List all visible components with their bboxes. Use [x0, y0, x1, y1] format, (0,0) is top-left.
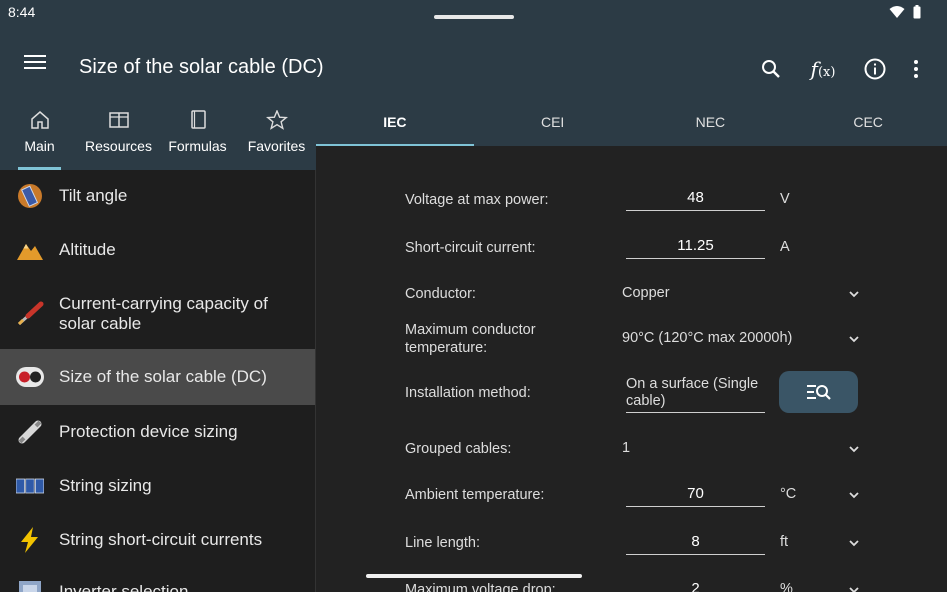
- current-unit: A: [780, 239, 790, 255]
- tab-main-label: Main: [24, 138, 55, 154]
- left-nav-tabs: Main Resources Formulas Favorites: [0, 98, 316, 170]
- inverter-icon: [16, 578, 44, 592]
- tab-cei[interactable]: CEI: [474, 98, 632, 146]
- lightning-icon: [16, 526, 44, 554]
- sidebar-item-label: Size of the solar cable (DC): [59, 367, 267, 386]
- chevron-down-icon: [849, 291, 859, 298]
- app-bar: Size of the solar cable (DC) f(x): [0, 26, 947, 98]
- book-open-icon: [108, 112, 129, 128]
- current-input[interactable]: 11.25: [626, 237, 765, 259]
- list-search-icon: [806, 385, 831, 400]
- book-icon: [190, 110, 206, 129]
- length-label: Line length:: [405, 535, 480, 551]
- more-vertical-icon: [914, 60, 918, 78]
- standard-tabs: IEC CEI NEC CEC: [316, 98, 947, 146]
- search-button[interactable]: [745, 54, 797, 84]
- search-icon: [762, 60, 780, 78]
- tab-formulas[interactable]: Formulas: [158, 98, 237, 170]
- calculator-list: Tilt angle Altitude Current-carrying cap…: [0, 170, 316, 592]
- max-temp-label: Maximum conductor temperature:: [405, 322, 536, 356]
- more-options-button[interactable]: [901, 54, 931, 84]
- sidebar-item-tilt-angle[interactable]: Tilt angle: [0, 170, 315, 221]
- star-icon: [265, 110, 288, 130]
- sidebar-item-label: Current-carrying capacity of solar cable: [59, 293, 268, 333]
- tab-cec[interactable]: CEC: [789, 98, 947, 146]
- sidebar-item-label: Inverter selection: [59, 582, 189, 592]
- menu-button[interactable]: [22, 52, 48, 74]
- grouped-label: Grouped cables:: [405, 441, 512, 457]
- installation-value[interactable]: On a surface (Single cable): [626, 376, 765, 413]
- ambient-unit-select[interactable]: °C: [780, 486, 796, 502]
- formula-button[interactable]: f(x): [797, 54, 849, 84]
- status-time: 8:44: [8, 4, 36, 20]
- status-icons: [889, 5, 921, 19]
- tab-formulas-label: Formulas: [168, 138, 227, 154]
- voltage-drop-unit-select[interactable]: %: [780, 581, 793, 592]
- sidebar-item-protection-device[interactable]: Protection device sizing: [0, 405, 315, 459]
- tilt-panel-icon: [16, 182, 44, 210]
- current-label: Short-circuit current:: [405, 240, 536, 256]
- chevron-down-icon: [849, 540, 859, 547]
- conductor-select[interactable]: Copper: [622, 285, 670, 301]
- conductor-label: Conductor:: [405, 286, 476, 302]
- chevron-down-icon: [849, 587, 859, 592]
- installation-lookup-button[interactable]: [779, 371, 858, 413]
- connector-icon: [16, 363, 44, 391]
- sidebar-item-label: String sizing: [59, 476, 152, 495]
- mountain-icon: [16, 236, 44, 264]
- cable-icon: [16, 300, 44, 328]
- sidebar-item-altitude[interactable]: Altitude: [0, 221, 315, 278]
- page-title: Size of the solar cable (DC): [79, 56, 324, 78]
- sidebar-item-inverter[interactable]: Inverter selection: [0, 567, 315, 592]
- voltage-drop-input[interactable]: 2: [626, 580, 765, 592]
- fuse-icon: [16, 418, 44, 446]
- chevron-down-icon: [849, 336, 859, 343]
- voltage-drop-label: Maximum voltage drop:: [405, 582, 556, 592]
- calculation-form: Voltage at max power: 48 V Short-circuit…: [316, 146, 947, 592]
- length-unit-select[interactable]: ft: [780, 534, 788, 550]
- home-icon: [30, 111, 49, 129]
- status-bar: 8:44: [0, 0, 947, 26]
- sidebar-item-label: String short-circuit currents: [59, 530, 263, 549]
- wifi-icon: [889, 6, 905, 18]
- sidebar-item-label: Altitude: [59, 239, 116, 259]
- tab-favorites[interactable]: Favorites: [237, 98, 316, 170]
- gesture-navigation-bar[interactable]: [366, 574, 582, 578]
- menu-icon: [24, 55, 46, 57]
- tab-favorites-label: Favorites: [247, 138, 306, 154]
- sidebar-item-cable-size[interactable]: Size of the solar cable (DC): [0, 349, 315, 405]
- ambient-label: Ambient temperature:: [405, 487, 545, 503]
- solar-panels-icon: [16, 472, 44, 500]
- sidebar-item-label: Tilt angle: [59, 185, 128, 205]
- sidebar-item-label: Protection device sizing: [59, 422, 238, 441]
- tab-nec[interactable]: NEC: [632, 98, 790, 146]
- tab-iec[interactable]: IEC: [316, 98, 474, 146]
- battery-icon: [913, 5, 921, 19]
- length-input[interactable]: 8: [626, 533, 765, 555]
- sidebar-item-current-capacity[interactable]: Current-carrying capacity of solar cable: [0, 278, 315, 349]
- sidebar-item-string-sizing[interactable]: String sizing: [0, 459, 315, 513]
- info-icon: [864, 58, 886, 80]
- voltage-input[interactable]: 48: [626, 189, 765, 211]
- chevron-down-icon: [849, 446, 859, 453]
- appbar-actions: f(x): [745, 54, 931, 84]
- installation-label: Installation method:: [405, 385, 531, 401]
- info-button[interactable]: [849, 54, 901, 84]
- tab-resources[interactable]: Resources: [79, 98, 158, 170]
- tab-main[interactable]: Main: [0, 98, 79, 170]
- function-icon: f(x): [810, 57, 836, 81]
- max-temp-select[interactable]: 90°C (120°C max 20000h): [622, 330, 792, 346]
- grouped-select[interactable]: 1: [622, 440, 630, 456]
- ambient-input[interactable]: 70: [626, 485, 765, 507]
- status-handle: [434, 15, 514, 19]
- voltage-unit: V: [780, 191, 790, 207]
- tab-resources-label: Resources: [85, 138, 152, 154]
- sidebar-item-short-circuit[interactable]: String short-circuit currents: [0, 513, 315, 567]
- chevron-down-icon: [849, 492, 859, 499]
- voltage-label: Voltage at max power:: [405, 192, 549, 208]
